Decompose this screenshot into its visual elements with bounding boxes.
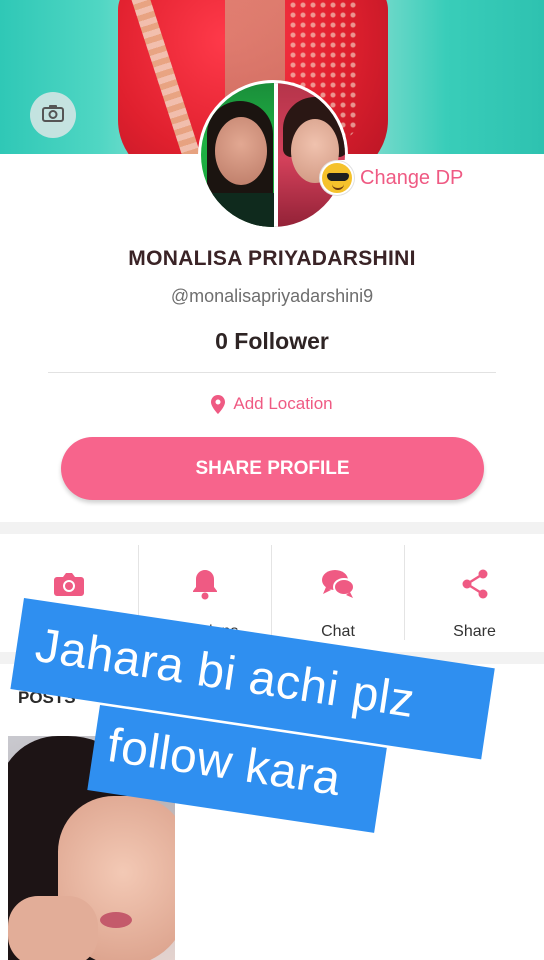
profile-handle: @monalisapriyadarshini9	[170, 286, 374, 306]
action-chat[interactable]: Chat	[272, 545, 404, 645]
share-profile-button[interactable]: SHARE PROFILE	[61, 437, 484, 500]
action-label: Share	[453, 623, 496, 640]
change-dp-label: Change DP	[360, 166, 464, 189]
profile-name: MONALISA PRIYADARSHINI	[128, 247, 416, 270]
sunglasses-emoji-icon	[320, 161, 354, 195]
location-pin-icon	[211, 394, 226, 414]
add-location-link[interactable]: Add Location	[0, 394, 544, 414]
post-hand-graphic	[8, 896, 98, 960]
avatar-left-shirt	[201, 193, 276, 227]
avatar-divider	[274, 83, 278, 227]
section-separator	[0, 522, 544, 534]
follower-count[interactable]: 0 Follower	[0, 328, 544, 355]
chat-icon	[322, 570, 355, 598]
avatar-left-face	[215, 117, 267, 185]
add-location-label: Add Location	[233, 394, 333, 413]
profile-avatar[interactable]	[198, 80, 348, 230]
action-share[interactable]: Share	[405, 545, 544, 645]
camera-icon	[54, 573, 84, 596]
action-label: Chat	[321, 623, 355, 640]
divider	[48, 372, 496, 373]
camera-icon	[42, 104, 64, 127]
share-icon	[462, 569, 487, 599]
bell-icon	[193, 570, 217, 600]
change-cover-button[interactable]	[30, 92, 76, 138]
change-dp-button[interactable]: Change DP	[320, 160, 474, 196]
post-lips-graphic	[100, 912, 132, 928]
